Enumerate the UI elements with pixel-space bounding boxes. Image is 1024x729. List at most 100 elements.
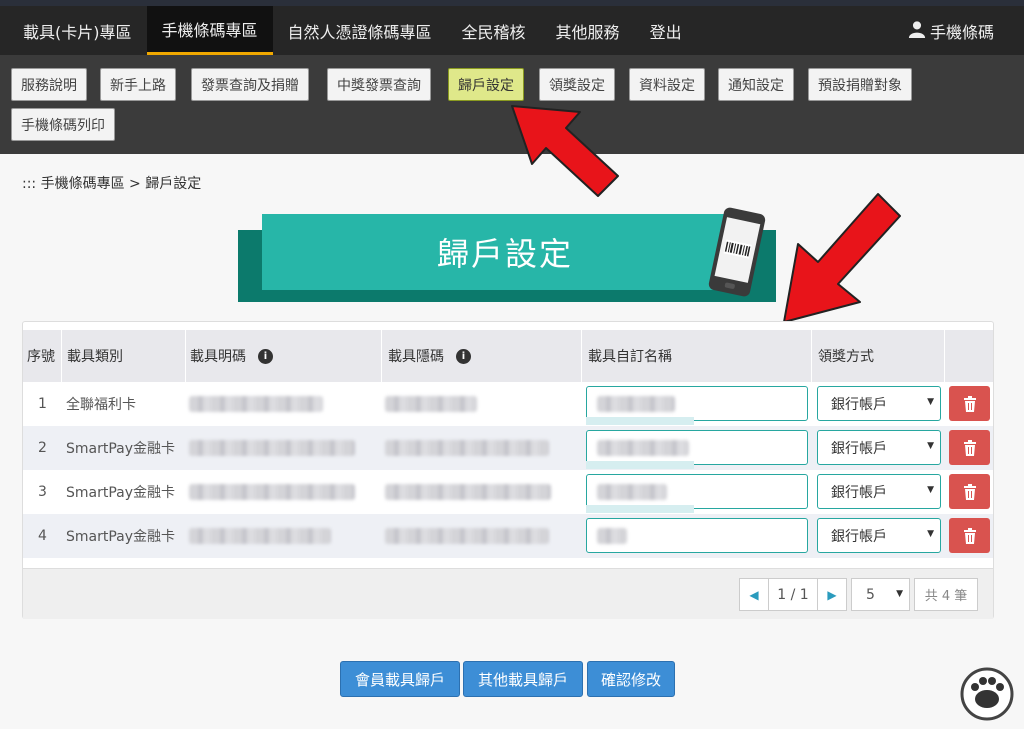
page-title: 歸戶設定 xyxy=(436,235,573,273)
masked-plain-code xyxy=(189,484,355,500)
top-navbar: 載具(卡片)專區 手機條碼專區 自然人憑證條碼專區 全民稽核 其他服務 登出 手… xyxy=(0,0,1024,55)
nav-mobile-barcode[interactable]: 手機條碼專區 xyxy=(146,6,273,55)
col-divider xyxy=(185,330,186,382)
nav-other-services[interactable]: 其他服務 xyxy=(541,6,635,55)
user-icon xyxy=(908,20,926,42)
custom-name-input[interactable] xyxy=(586,474,808,509)
masked-name xyxy=(597,528,627,544)
page-size-select[interactable]: 5 ▼ xyxy=(851,578,910,611)
table-row: 4 SmartPay金融卡 銀行帳戶 ▼ xyxy=(23,514,993,558)
header-plain-code-label: 載具明碼 xyxy=(190,349,246,365)
subnav-service-info[interactable]: 服務說明 xyxy=(11,68,87,101)
other-carrier-assign-button[interactable]: 其他載具歸戶 xyxy=(463,661,583,697)
masked-name xyxy=(597,484,667,500)
masked-hidden-code xyxy=(385,440,549,456)
info-icon[interactable]: i xyxy=(456,348,471,364)
carrier-table-panel: 序號 載具類別 載具明碼 i 載具隱碼 i 載具自訂名稱 領獎方式 1 全聯福利… xyxy=(22,321,994,619)
trash-icon xyxy=(963,395,976,412)
member-carrier-assign-button[interactable]: 會員載具歸戶 xyxy=(340,661,460,697)
col-divider xyxy=(61,330,62,382)
prize-method-value: 銀行帳戶 xyxy=(831,396,887,413)
caret-down-icon: ▼ xyxy=(927,529,934,539)
prize-method-select[interactable]: 銀行帳戶 ▼ xyxy=(817,386,941,421)
delete-button[interactable] xyxy=(949,474,990,509)
nav-carrier-card[interactable]: 載具(卡片)專區 xyxy=(8,6,147,55)
page-indicator: 1 / 1 xyxy=(768,578,818,611)
nav-audit[interactable]: 全民稽核 xyxy=(447,6,541,55)
masked-name xyxy=(597,440,689,456)
trash-icon xyxy=(963,439,976,456)
subnav-notify-settings[interactable]: 通知設定 xyxy=(718,68,794,101)
header-plain-code: 載具明碼 i xyxy=(190,330,273,382)
input-highlight xyxy=(586,417,694,425)
custom-name-input[interactable] xyxy=(586,386,808,421)
row-type: SmartPay金融卡 xyxy=(66,441,176,457)
table-footer xyxy=(23,569,993,619)
table-row: 2 SmartPay金融卡 銀行帳戶 ▼ xyxy=(23,426,993,470)
header-prize-method: 領獎方式 xyxy=(818,349,874,365)
subnav-default-donation[interactable]: 預設捐贈對象 xyxy=(808,68,912,101)
custom-name-input[interactable] xyxy=(586,430,808,465)
col-divider xyxy=(944,330,945,382)
breadcrumb: ::: 手機條碼專區 > 歸戶設定 xyxy=(22,176,202,192)
red-arrow-icon xyxy=(511,105,619,197)
nav-citizen-cert[interactable]: 自然人憑證條碼專區 xyxy=(273,6,447,55)
subnav-winning-query[interactable]: 中獎發票查詢 xyxy=(327,68,431,101)
prize-method-value: 銀行帳戶 xyxy=(831,528,887,545)
subnav-data-settings[interactable]: 資料設定 xyxy=(629,68,705,101)
header-hidden-code: 載具隱碼 i xyxy=(388,330,471,382)
prize-method-value: 銀行帳戶 xyxy=(831,440,887,457)
total-count: 共 4 筆 xyxy=(914,578,978,611)
delete-button[interactable] xyxy=(949,430,990,465)
caret-down-icon: ▼ xyxy=(927,441,934,451)
header-hidden-code-label: 載具隱碼 xyxy=(388,349,444,365)
header-no: 序號 xyxy=(27,349,55,365)
table-row: 1 全聯福利卡 銀行帳戶 ▼ xyxy=(23,382,993,426)
masked-plain-code xyxy=(189,396,323,412)
masked-hidden-code xyxy=(385,528,549,544)
row-type: 全聯福利卡 xyxy=(66,397,136,413)
prize-method-value: 銀行帳戶 xyxy=(831,484,887,501)
user-label: 手機條碼 xyxy=(929,22,994,42)
info-icon[interactable]: i xyxy=(258,348,273,364)
row-no: 4 xyxy=(38,528,47,544)
next-page-button[interactable]: ▶ xyxy=(817,578,847,611)
prev-page-button[interactable]: ◀ xyxy=(739,578,769,611)
row-no: 1 xyxy=(38,396,47,412)
prize-method-select[interactable]: 銀行帳戶 ▼ xyxy=(817,474,941,509)
custom-name-input[interactable] xyxy=(586,518,808,553)
masked-hidden-code xyxy=(385,484,551,500)
delete-button[interactable] xyxy=(949,386,990,421)
top-nav: 載具(卡片)專區 手機條碼專區 自然人憑證條碼專區 全民稽核 其他服務 登出 xyxy=(8,6,697,55)
trash-icon xyxy=(963,483,976,500)
page-size-value: 5 xyxy=(866,586,875,603)
caret-down-icon: ▼ xyxy=(896,589,903,599)
row-no: 2 xyxy=(38,440,47,456)
prize-method-select[interactable]: 銀行帳戶 ▼ xyxy=(817,518,941,553)
masked-plain-code xyxy=(189,528,331,544)
col-divider xyxy=(811,330,812,382)
prize-method-select[interactable]: 銀行帳戶 ▼ xyxy=(817,430,941,465)
masked-hidden-code xyxy=(385,396,477,412)
nav-logout[interactable]: 登出 xyxy=(635,6,697,55)
input-highlight xyxy=(586,461,694,469)
table-row: 3 SmartPay金融卡 銀行帳戶 ▼ xyxy=(23,470,993,514)
subnav-newbie[interactable]: 新手上路 xyxy=(100,68,176,101)
watermark-logo-icon xyxy=(960,667,1014,721)
caret-down-icon: ▼ xyxy=(927,397,934,407)
col-divider xyxy=(381,330,382,382)
row-type: SmartPay金融卡 xyxy=(66,485,176,501)
confirm-edit-button[interactable]: 確認修改 xyxy=(587,661,675,697)
row-type: SmartPay金融卡 xyxy=(66,529,176,545)
delete-button[interactable] xyxy=(949,518,990,553)
caret-down-icon: ▼ xyxy=(927,485,934,495)
header-custom-name: 載具自訂名稱 xyxy=(588,349,672,365)
masked-plain-code xyxy=(189,440,355,456)
trash-icon xyxy=(963,527,976,544)
subnav-print-barcode[interactable]: 手機條碼列印 xyxy=(11,108,115,141)
subnav-invoice-query[interactable]: 發票查詢及捐贈 xyxy=(191,68,309,101)
row-no: 3 xyxy=(38,484,47,500)
input-highlight xyxy=(586,505,694,513)
masked-name xyxy=(597,396,675,412)
user-menu[interactable]: 手機條碼 xyxy=(908,6,994,55)
